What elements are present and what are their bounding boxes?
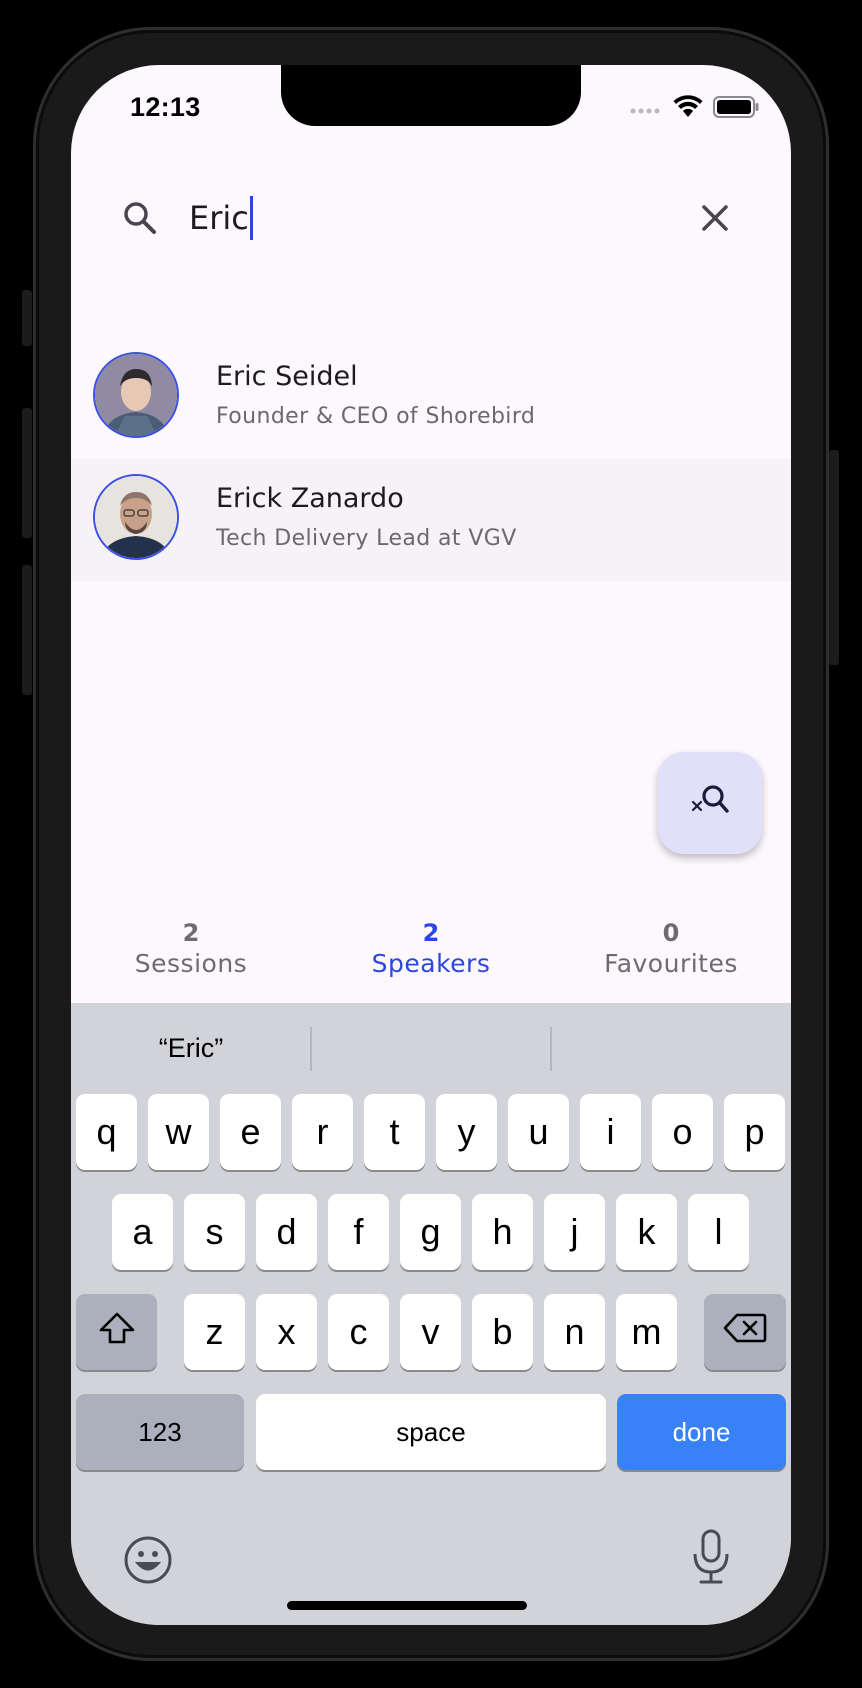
clear-search-fab[interactable] (658, 752, 762, 854)
key-i[interactable]: i (580, 1094, 641, 1170)
microphone-icon[interactable] (691, 1528, 731, 1590)
suggestion-item[interactable] (311, 1003, 551, 1093)
tab-count: 2 (182, 919, 200, 947)
tab-speakers[interactable]: 2 Speakers (311, 899, 551, 1003)
battery-icon (713, 96, 759, 122)
key-w[interactable]: w (148, 1094, 209, 1170)
search-off-icon (690, 783, 730, 823)
search-query: Eric (189, 199, 249, 237)
speaker-name: Erick Zanardo (216, 483, 404, 514)
tab-sessions[interactable]: 2 Sessions (71, 899, 311, 1003)
tab-count: 2 (422, 919, 440, 947)
backspace-icon (723, 1311, 767, 1353)
key-x[interactable]: x (256, 1294, 317, 1370)
key-n[interactable]: n (544, 1294, 605, 1370)
emoji-icon[interactable] (123, 1535, 173, 1589)
speaker-name: Eric Seidel (216, 361, 358, 392)
tab-label: Speakers (371, 949, 491, 978)
avatar (93, 474, 179, 560)
key-k[interactable]: k (616, 1194, 677, 1270)
tab-label: Sessions (134, 949, 248, 978)
key-z[interactable]: z (184, 1294, 245, 1370)
volume-down-button (22, 565, 32, 695)
key-j[interactable]: j (544, 1194, 605, 1270)
key-r[interactable]: r (292, 1094, 353, 1170)
notch (281, 65, 581, 126)
home-indicator (287, 1601, 527, 1610)
key-l[interactable]: l (688, 1194, 749, 1270)
mute-switch (22, 290, 32, 346)
suggestion-bar: “Eric” (71, 1003, 791, 1093)
shift-icon (98, 1311, 136, 1354)
power-button (829, 450, 839, 665)
tab-label: Favourites (604, 949, 738, 978)
key-q[interactable]: q (76, 1094, 137, 1170)
signal-icon (629, 100, 663, 119)
search-icon[interactable] (123, 201, 157, 239)
key-p[interactable]: p (724, 1094, 785, 1170)
search-input[interactable]: Eric (189, 193, 609, 243)
avatar (93, 352, 179, 438)
tab-favourites[interactable]: 0 Favourites (551, 899, 791, 1003)
key-c[interactable]: c (328, 1294, 389, 1370)
key-m[interactable]: m (616, 1294, 677, 1370)
list-item[interactable]: Eric Seidel Founder & CEO of Shorebird (71, 337, 791, 459)
suggestion-item[interactable] (551, 1003, 791, 1093)
numbers-key[interactable]: 123 (76, 1394, 244, 1470)
done-key[interactable]: done (617, 1394, 786, 1470)
key-d[interactable]: d (256, 1194, 317, 1270)
key-o[interactable]: o (652, 1094, 713, 1170)
key-h[interactable]: h (472, 1194, 533, 1270)
list-item[interactable]: Erick Zanardo Tech Delivery Lead at VGV (71, 459, 791, 581)
suggestion-item[interactable]: “Eric” (71, 1003, 311, 1093)
key-v[interactable]: v (400, 1294, 461, 1370)
key-t[interactable]: t (364, 1094, 425, 1170)
keyboard: “Eric” q w e r t y u i o p a s d f g h j… (71, 1003, 791, 1625)
shift-key[interactable] (76, 1294, 157, 1370)
text-caret (249, 196, 253, 240)
speaker-role: Founder & CEO of Shorebird (216, 404, 536, 429)
speaker-role: Tech Delivery Lead at VGV (216, 526, 517, 551)
screen: 12:13 Eric Eric Seidel Founder & CEO of … (71, 65, 791, 1625)
key-y[interactable]: y (436, 1094, 497, 1170)
results-tabs: 2 Sessions 2 Speakers 0 Favourites (71, 899, 791, 1003)
status-time: 12:13 (130, 92, 201, 122)
key-u[interactable]: u (508, 1094, 569, 1170)
status-icons (629, 95, 759, 123)
wifi-icon (673, 95, 703, 123)
backspace-key[interactable] (704, 1294, 786, 1370)
key-s[interactable]: s (184, 1194, 245, 1270)
key-b[interactable]: b (472, 1294, 533, 1370)
key-e[interactable]: e (220, 1094, 281, 1170)
space-key[interactable]: space (256, 1394, 606, 1470)
key-g[interactable]: g (400, 1194, 461, 1270)
search-bar: Eric (71, 183, 791, 253)
volume-up-button (22, 408, 32, 538)
close-icon[interactable] (699, 202, 731, 238)
key-f[interactable]: f (328, 1194, 389, 1270)
tab-count: 0 (662, 919, 680, 947)
key-a[interactable]: a (112, 1194, 173, 1270)
